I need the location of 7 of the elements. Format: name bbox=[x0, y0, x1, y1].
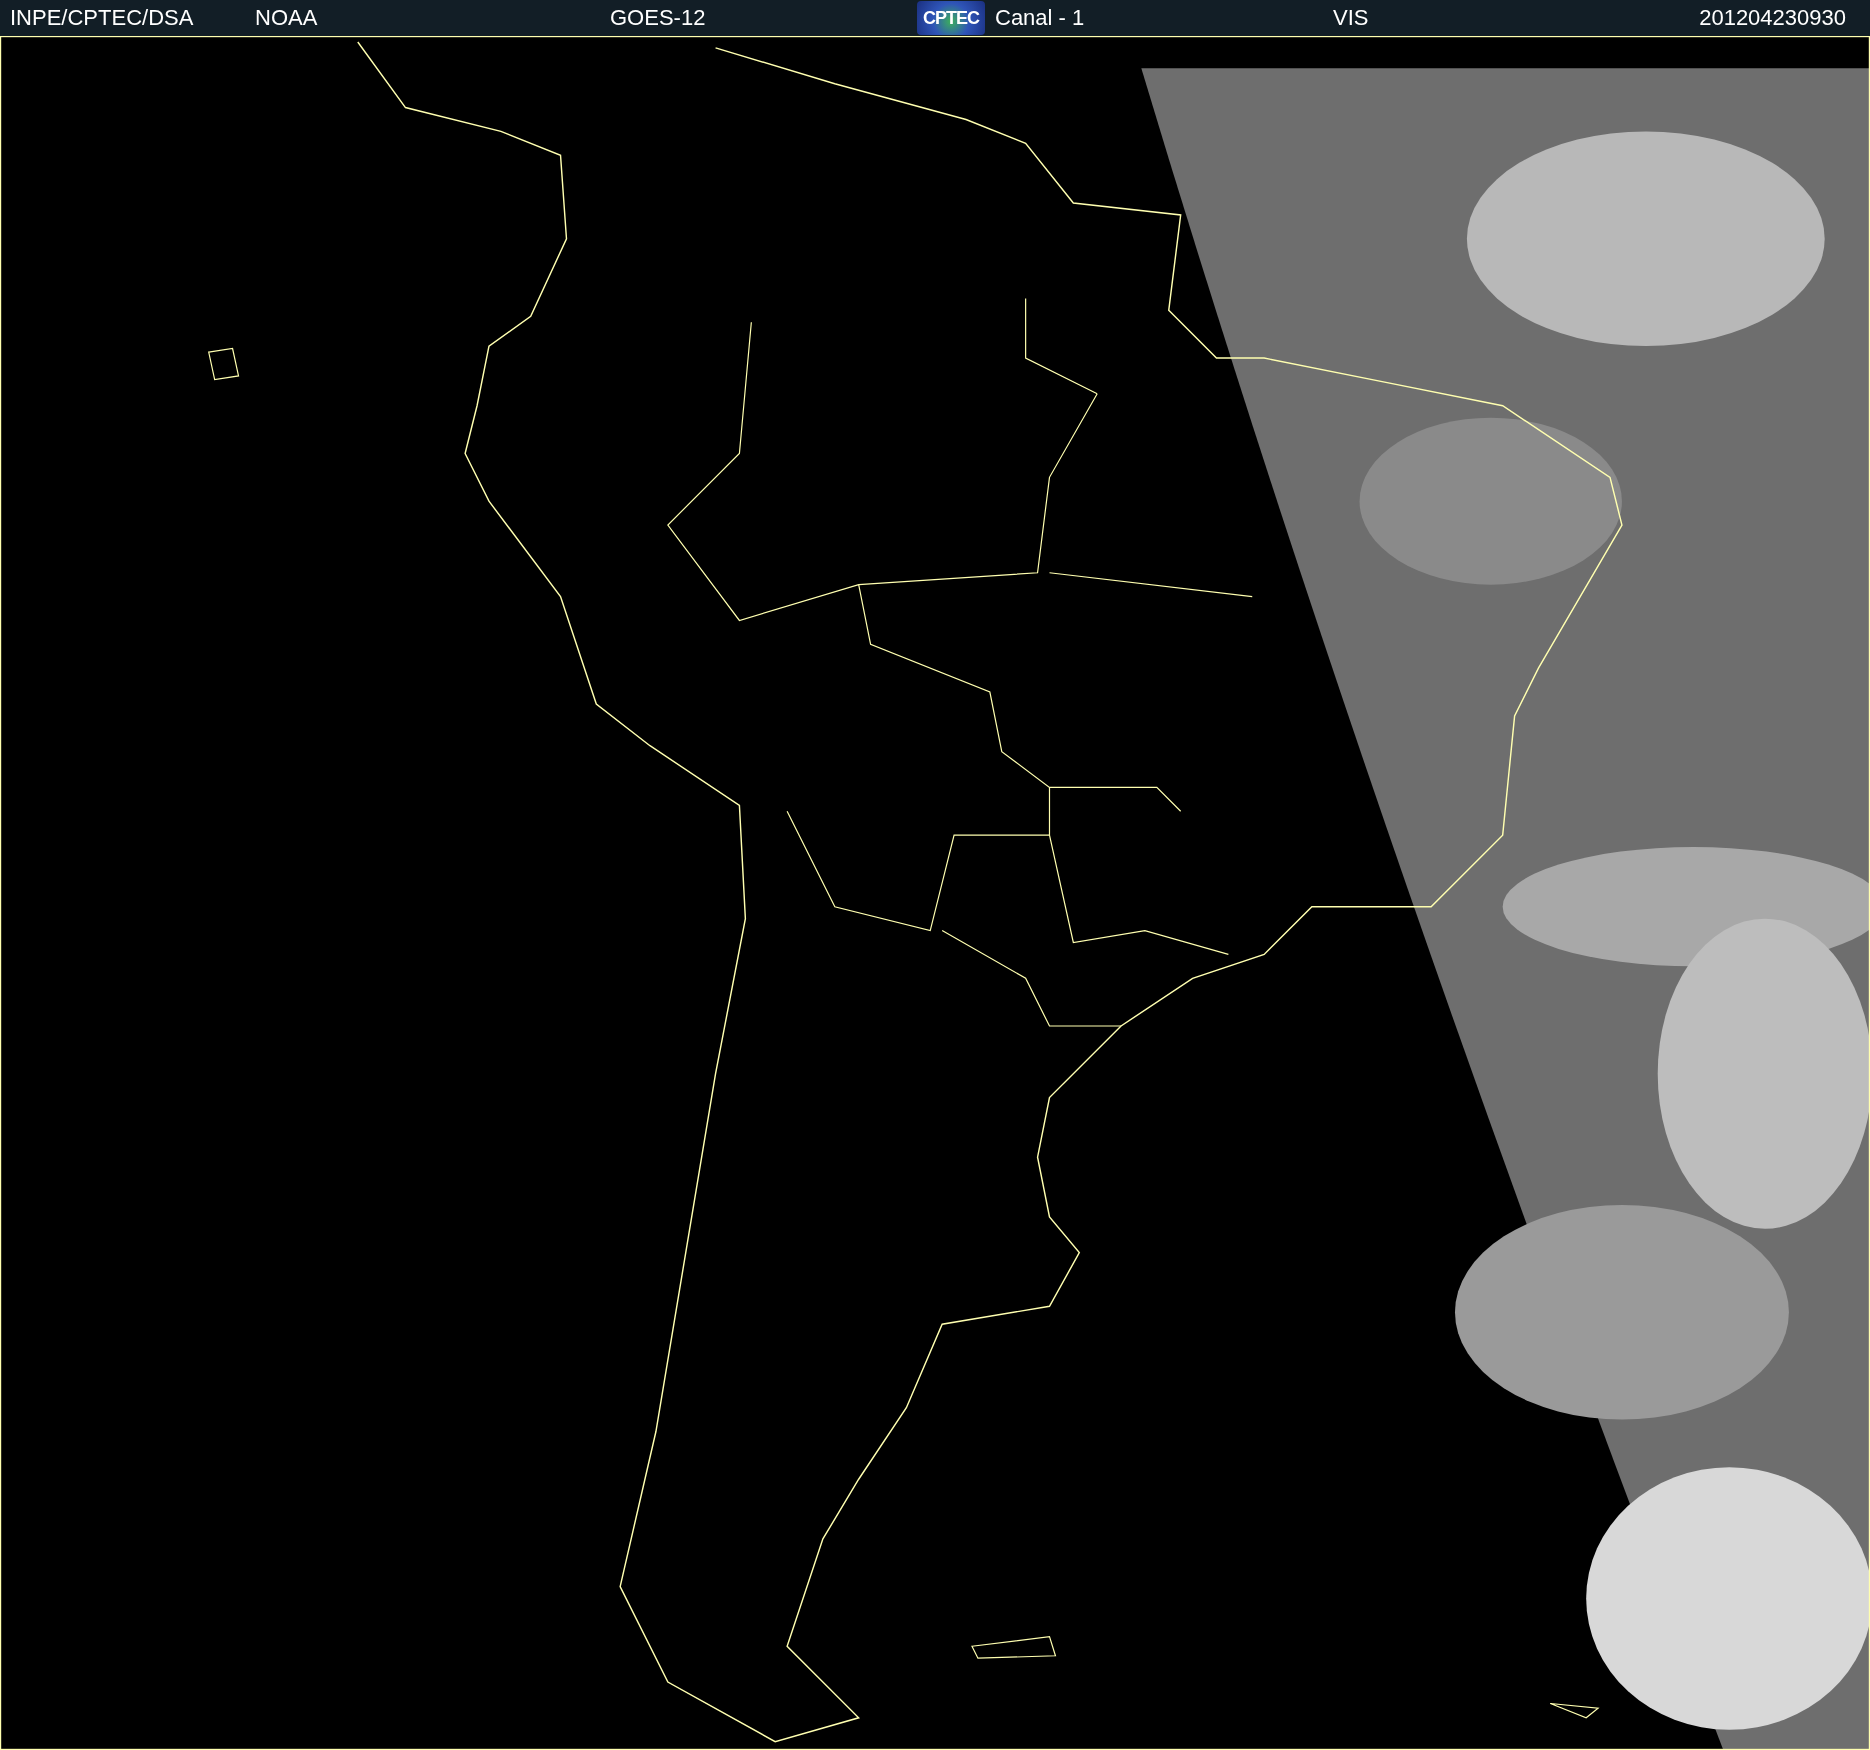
header-label: INPE/CPTEC/DSA bbox=[9, 5, 194, 31]
header-label: NOAA bbox=[254, 5, 318, 31]
header-label: GOES-12 bbox=[609, 5, 706, 31]
header-label: VIS bbox=[1332, 5, 1369, 31]
logo: CPTEC bbox=[917, 1, 985, 35]
header-label: Canal - 1 bbox=[994, 5, 1085, 31]
header-label: 201204230930 bbox=[1698, 5, 1847, 31]
